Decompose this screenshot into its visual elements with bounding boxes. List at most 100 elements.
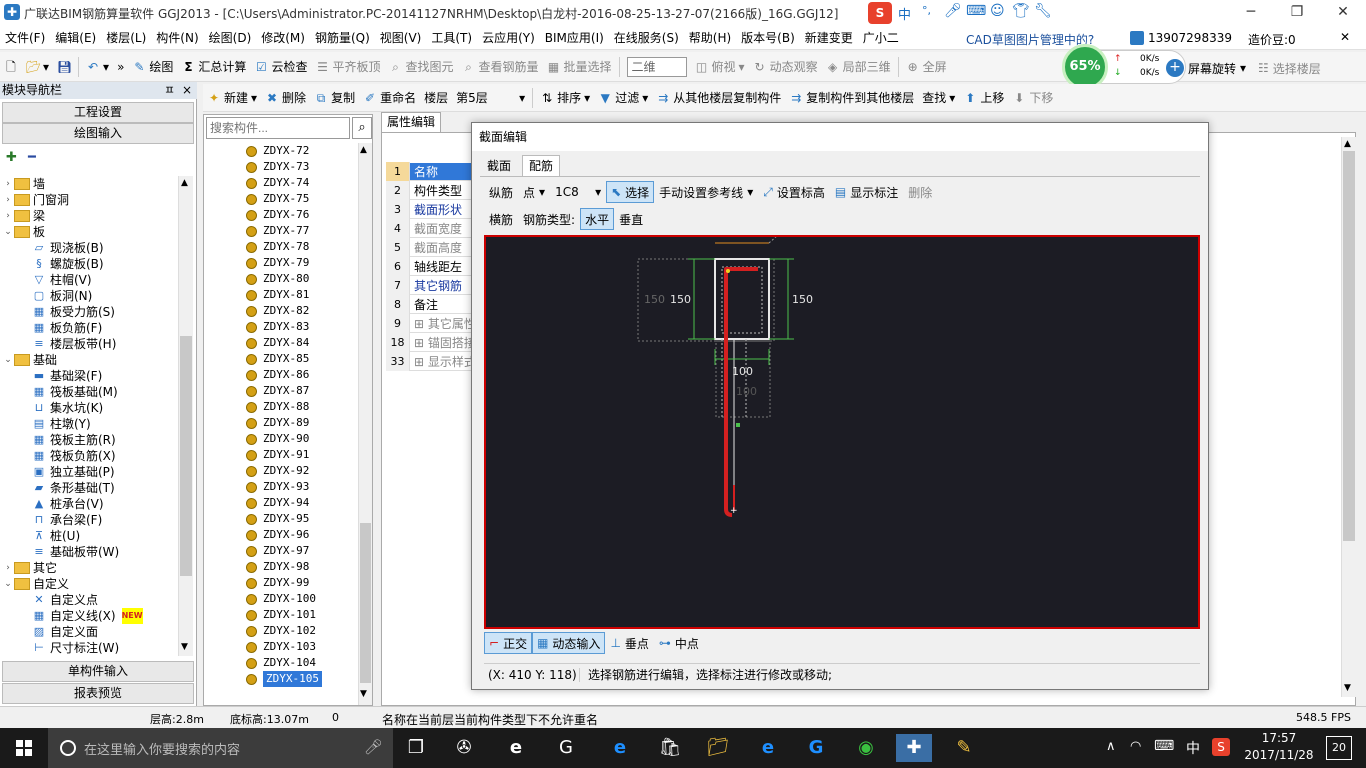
list-item[interactable]: ZDYX-82 [206, 303, 356, 319]
section-drawing[interactable]: 150 150 150 100 100 + [486, 234, 1198, 627]
list-item[interactable]: ZDYX-78 [206, 239, 356, 255]
list-item[interactable]: ZDYX-104 [206, 655, 356, 671]
move-down-button[interactable]: ⬇ 下移 [1008, 85, 1057, 111]
menu-item[interactable]: 视图(V) [375, 26, 427, 50]
menu-item[interactable]: 钢筋量(Q) [310, 26, 375, 50]
tree-item[interactable]: ▱ 现浇板(B) [2, 240, 180, 256]
list-item[interactable]: ZDYX-88 [206, 399, 356, 415]
dim-bottom[interactable]: 100 [732, 365, 753, 378]
delete-component-button[interactable]: ✖ 删除 [261, 85, 310, 111]
tree-item[interactable]: ▽ 柱帽(V) [2, 272, 180, 288]
menu-item[interactable]: 修改(M) [256, 26, 310, 50]
wrench-icon[interactable]: 🔧︎ [1034, 3, 1052, 19]
sogou-ime-icon[interactable]: S [868, 2, 892, 24]
menu-item[interactable]: 编辑(E) [50, 26, 101, 50]
mic-icon[interactable]: 🎤︎ [944, 3, 962, 19]
move-up-button[interactable]: ⬆ 上移 [959, 85, 1008, 111]
property-row[interactable]: 6 轴线距左 [386, 256, 482, 276]
expand-icon[interactable]: › [2, 176, 14, 192]
tree-item[interactable]: ▣ 独立基础(P) [2, 464, 180, 480]
vertical-button[interactable]: 垂直 [614, 208, 648, 230]
point-select[interactable]: 点 ▾ [518, 181, 550, 203]
top-view-button[interactable]: ◫ 俯视 ▾ [691, 54, 749, 80]
level-top-button[interactable]: ☰ 平齐板顶 [311, 54, 384, 80]
list-item[interactable]: ZDYX-92 [206, 463, 356, 479]
manual-ref-line-button[interactable]: 手动设置参考线 ▾ [654, 181, 758, 203]
screen-rotate-button[interactable]: 屏幕旋转 ▾ [1188, 56, 1246, 80]
project-settings-button[interactable]: 工程设置 [2, 102, 194, 123]
property-row[interactable]: 4 截面宽度 [386, 218, 482, 238]
list-item[interactable]: ZDYX-94 [206, 495, 356, 511]
copy-component-button[interactable]: ⧉ 复制 [310, 85, 359, 111]
tray-chevron-icon[interactable]: ∧ [1106, 739, 1116, 754]
horizontal-button[interactable]: 水平 [580, 208, 615, 230]
expand-icon[interactable]: ⌄ [2, 352, 14, 368]
menu-item[interactable]: 在线服务(S) [609, 26, 684, 50]
list-item[interactable]: ZDYX-95 [206, 511, 356, 527]
list-item[interactable]: ZDYX-100 [206, 591, 356, 607]
expand-icon[interactable]: › [2, 192, 14, 208]
plus-icon[interactable]: + [1166, 59, 1184, 77]
list-item[interactable]: ZDYX-75 [206, 191, 356, 207]
drawing-canvas[interactable]: 150 150 150 100 100 + [484, 234, 1200, 629]
open-button[interactable]: 📂︎ ▾ [22, 54, 53, 80]
property-row[interactable]: 18 ⊞ 锚固搭接 [386, 332, 482, 352]
property-row[interactable]: 3 截面形状 [386, 199, 482, 219]
find-button[interactable]: 查找 ▾ [918, 85, 959, 111]
save-button[interactable]: 💾︎ [53, 54, 75, 80]
tree-item[interactable]: ⌄ 板 [2, 224, 180, 240]
new-file-button[interactable]: 🗋 [0, 54, 22, 80]
tree-item[interactable]: ▦ 板负筋(F) [2, 320, 180, 336]
fan-app-icon[interactable]: ✇ [446, 734, 482, 762]
local-3d-button[interactable]: ◈ 局部三维 [822, 54, 895, 80]
list-item[interactable]: ZDYX-73 [206, 159, 356, 175]
tray-ime[interactable]: 中 [1186, 738, 1200, 758]
tree-item[interactable]: ⌄ 自定义 [2, 576, 180, 592]
list-item[interactable]: ZDYX-101 [206, 607, 356, 623]
menu-item[interactable]: 构件(N) [151, 26, 203, 50]
filter-button[interactable]: ▼ 过滤 ▾ [594, 85, 652, 111]
menu-item[interactable]: 新建变更 [800, 26, 858, 50]
fullscreen-button[interactable]: ⊕ 全屏 [902, 54, 951, 80]
menu-item[interactable]: 楼层(L) [101, 26, 151, 50]
property-row[interactable]: 8 备注 [386, 294, 482, 314]
copy-from-floor-button[interactable]: ⇉ 从其他楼层复制构件 [652, 85, 785, 111]
tree-item[interactable]: ▨ 自定义面 [2, 624, 180, 640]
tree-item[interactable]: ≡ 楼层板带(H) [2, 336, 180, 352]
list-item[interactable]: ZDYX-97 [206, 543, 356, 559]
list-item[interactable]: ZDYX-98 [206, 559, 356, 575]
property-row[interactable]: 7 其它钢筋 [386, 275, 482, 295]
sort-button[interactable]: ⇅ 排序 ▾ [536, 85, 594, 111]
tree-item[interactable]: ▲ 桩承台(V) [2, 496, 180, 512]
notification-center[interactable]: 20 [1326, 736, 1352, 760]
task-view-icon[interactable]: ❐ [398, 734, 434, 762]
list-scrollbar[interactable]: ▲ ▼ [358, 143, 372, 705]
tree-item[interactable]: › 其它 [2, 560, 180, 576]
tree-item[interactable]: › 门窗洞 [2, 192, 180, 208]
dim-bottom-faded[interactable]: 100 [736, 385, 757, 398]
tree-item[interactable]: › 墙 [2, 176, 180, 192]
select-tool-button[interactable]: ⬉ 选择 [606, 181, 655, 203]
show-label-button[interactable]: ▤ 显示标注 [830, 181, 903, 203]
list-item[interactable]: ZDYX-77 [206, 223, 356, 239]
list-item[interactable]: ZDYX-81 [206, 287, 356, 303]
summary-calc-button[interactable]: Σ 汇总计算 [177, 54, 250, 80]
keyboard-icon[interactable]: ⌨ [966, 3, 986, 19]
menu-item[interactable]: 广小二 [858, 26, 904, 50]
list-item[interactable]: ZDYX-102 [206, 623, 356, 639]
sogou-tray-icon[interactable]: S [1212, 738, 1230, 756]
property-row[interactable]: 9 ⊞ 其它属性 [386, 313, 482, 333]
draw-input-button[interactable]: 绘图输入 [2, 123, 194, 144]
report-preview-button[interactable]: 报表预览 [2, 683, 194, 704]
property-edit-tab[interactable]: 属性编辑 [381, 112, 441, 132]
list-item[interactable]: ZDYX-91 [206, 447, 356, 463]
dim-right[interactable]: 150 [792, 293, 813, 306]
expand-icon[interactable]: › [2, 560, 14, 576]
midpoint-snap-button[interactable]: ⊶ 中点 [654, 632, 704, 654]
tree-item[interactable]: ⊼ 桩(U) [2, 528, 180, 544]
list-item[interactable]: ZDYX-99 [206, 575, 356, 591]
list-item[interactable]: ZDYX-80 [206, 271, 356, 287]
scroll-up-icon[interactable]: ▲ [360, 145, 367, 155]
microphone-icon[interactable]: 🎤︎ [364, 738, 383, 756]
store-icon[interactable]: 🛍︎ [652, 734, 688, 762]
